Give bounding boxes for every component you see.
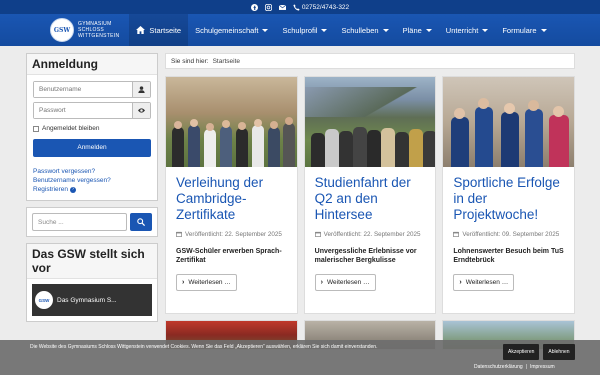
logo-text: Gymnasium Schloss Wittgenstein — [78, 21, 120, 39]
nav-item-schulprofil[interactable]: Schulprofil — [275, 14, 334, 46]
main-content: Sie sind hier: Startseite Verleihung der… — [165, 53, 576, 350]
remember-me[interactable]: Angemeldet bleiben — [33, 125, 151, 132]
phone-icon — [293, 3, 300, 11]
read-more-button[interactable]: › Weiterlesen … — [453, 274, 515, 291]
main-navigation: GSW Gymnasium Schloss Wittgenstein Start… — [0, 14, 600, 46]
top-contact-bar: 02752/4743-322 — [0, 0, 600, 14]
article-card: Studienfahrt der Q2 an den Hintersee Ver… — [303, 76, 437, 314]
link-separator: | — [525, 364, 527, 370]
accept-cookies-button[interactable]: Akzeptieren — [503, 344, 540, 360]
remember-label: Angemeldet bleiben — [42, 125, 100, 132]
search-panel: Suche ... — [26, 207, 158, 237]
read-more-button[interactable]: › Weiterlesen … — [314, 274, 376, 291]
article-photo[interactable] — [304, 77, 436, 167]
eye-icon[interactable] — [132, 103, 150, 118]
breadcrumb-current[interactable]: Startseite — [213, 58, 240, 65]
article-date: Veröffentlicht: 09. September 2025 — [453, 230, 564, 239]
article-title[interactable]: Verleihung der Cambridge-Zertifikate — [176, 175, 287, 223]
chevron-right-icon: › — [182, 279, 185, 286]
search-button[interactable] — [130, 213, 152, 231]
phone-number: 02752/4743-322 — [301, 3, 350, 11]
privacy-link[interactable]: Datenschutzerklärung — [474, 364, 523, 370]
calendar-icon — [453, 231, 460, 237]
nav-item-schulgemeinschaft[interactable]: Schulgemeinschaft — [188, 14, 275, 46]
user-icon — [132, 82, 150, 97]
remember-checkbox[interactable] — [33, 125, 39, 132]
article-lead: Unvergessliche Erlebnisse vor malerische… — [314, 248, 417, 264]
article-card: Sportliche Erfolge in der Projektwoche! … — [442, 76, 576, 314]
password-input[interactable] — [34, 103, 132, 118]
article-card: Verleihung der Cambridge-Zertifikate Ver… — [165, 76, 298, 314]
username-field-wrapper — [33, 81, 151, 98]
forgot-password-link[interactable]: Passwort vergessen? — [33, 167, 151, 176]
article-date: Veröffentlicht: 22. September 2025 — [176, 230, 287, 239]
nav-item-formulare[interactable]: Formulare — [495, 14, 553, 46]
mail-icon[interactable] — [278, 4, 286, 11]
nav-item-schulleben[interactable]: Schulleben — [334, 14, 395, 46]
chevron-down-icon — [321, 28, 328, 32]
breadcrumb-prefix: Sie sind hier: — [171, 57, 209, 65]
gsw-intro-panel: Das GSW stellt sich vor GSW Das Gymnasiu… — [26, 243, 158, 322]
logo-badge: GSW — [50, 18, 74, 42]
login-title: Anmeldung — [27, 54, 157, 75]
calendar-icon — [314, 231, 321, 237]
login-panel: Anmeldung Angemeldet bleiben Anmelden Pa… — [26, 53, 158, 201]
arrow-right-circle-icon: › — [70, 186, 77, 193]
chevron-down-icon — [540, 28, 547, 32]
register-link[interactable]: Registrieren › — [33, 185, 151, 194]
forgot-username-link[interactable]: Benutzername vergessen? — [33, 176, 151, 185]
nav-item-plaene[interactable]: Pläne — [396, 14, 439, 46]
cookie-banner: Die Website des Gymnasiums Schloss Wittg… — [0, 340, 600, 375]
search-icon — [137, 218, 145, 226]
cookie-message: Die Website des Gymnasiums Schloss Wittg… — [30, 344, 378, 350]
instagram-icon[interactable] — [264, 3, 272, 11]
password-field-wrapper — [33, 102, 151, 119]
calendar-icon — [176, 231, 182, 237]
video-embed[interactable]: GSW Das Gymnasium S... — [32, 284, 152, 316]
chevron-down-icon — [382, 28, 389, 32]
chevron-right-icon: › — [459, 279, 462, 286]
article-photo[interactable] — [443, 77, 575, 167]
chevron-down-icon — [482, 28, 489, 32]
breadcrumb: Sie sind hier: Startseite — [165, 53, 575, 69]
gsw-intro-title: Das GSW stellt sich vor — [27, 244, 157, 279]
nav-item-startseite[interactable]: Startseite — [129, 14, 189, 46]
chevron-down-icon — [425, 28, 432, 32]
article-lead: Lohnenswerter Besuch beim TuS Erndtebrüc… — [453, 248, 564, 264]
username-input[interactable] — [34, 82, 132, 97]
imprint-link[interactable]: Impressum — [530, 364, 555, 370]
nav-item-unterricht[interactable]: Unterricht — [439, 14, 496, 46]
article-title[interactable]: Studienfahrt der Q2 an den Hintersee — [315, 175, 426, 223]
article-date: Veröffentlicht: 22. September 2025 — [314, 230, 426, 239]
chevron-right-icon: › — [320, 279, 324, 286]
home-icon — [136, 26, 146, 34]
search-input[interactable]: Suche ... — [32, 213, 127, 231]
facebook-icon[interactable] — [250, 3, 258, 11]
phone-link[interactable]: 02752/4743-322 — [293, 4, 349, 11]
login-button[interactable]: Anmelden — [33, 139, 151, 157]
reject-cookies-button[interactable]: Ablehnen — [543, 344, 575, 360]
chevron-down-icon — [262, 28, 269, 32]
video-title: Das Gymnasium S... — [57, 296, 117, 304]
read-more-button[interactable]: › Weiterlesen … — [176, 274, 237, 291]
school-logo[interactable]: GSW Gymnasium Schloss Wittgenstein — [50, 18, 119, 42]
article-lead: GSW-Schüler erwerben Sprach-Zertifikat — [176, 248, 282, 264]
article-title[interactable]: Sportliche Erfolge in der Projektwoche! — [453, 175, 564, 223]
sidebar: Anmeldung Angemeldet bleiben Anmelden Pa… — [26, 53, 158, 328]
video-channel-logo: GSW — [35, 291, 53, 309]
article-photo[interactable] — [166, 77, 297, 167]
